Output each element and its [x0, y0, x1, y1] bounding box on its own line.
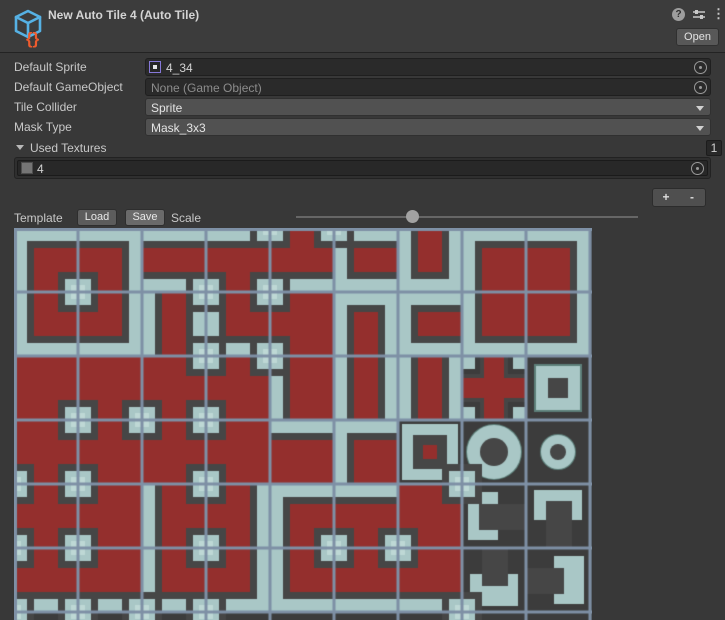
- field-label: Default Sprite: [14, 60, 87, 74]
- dropdown-value: Mask_3x3: [151, 121, 206, 135]
- texture-name: 4: [37, 162, 44, 176]
- chevron-down-icon: [696, 126, 704, 131]
- used-textures-label: Used Textures: [30, 141, 106, 155]
- svg-text:{}: {}: [26, 29, 40, 48]
- scriptable-object-icon: {}: [8, 4, 48, 48]
- tile-collider-dropdown[interactable]: Sprite: [145, 98, 711, 116]
- presets-icon[interactable]: [692, 8, 706, 21]
- foldout-arrow-icon: [16, 145, 24, 150]
- scale-label: Scale: [171, 211, 201, 225]
- tile-grid-canvas[interactable]: [14, 228, 592, 620]
- used-textures-list: 4: [14, 157, 711, 179]
- list-footer: + -: [652, 188, 706, 207]
- dropdown-value: Sprite: [151, 101, 182, 115]
- field-label: Default GameObject: [14, 80, 123, 94]
- texture-thumbnail-icon: [21, 162, 33, 174]
- field-row-default-sprite: Default Sprite 4_34: [0, 58, 725, 76]
- field-label: Tile Collider: [14, 100, 77, 114]
- inspector-header: {} New Auto Tile 4 (Auto Tile) ? ⋮ Open: [0, 0, 725, 53]
- chevron-down-icon: [696, 106, 704, 111]
- save-button[interactable]: Save: [125, 209, 165, 226]
- field-value: 4_34: [166, 61, 193, 75]
- used-textures-foldout[interactable]: Used Textures 1: [0, 140, 725, 156]
- help-icon[interactable]: ?: [672, 8, 685, 21]
- add-element-button[interactable]: +: [653, 189, 679, 206]
- object-picker-icon[interactable]: [694, 81, 707, 94]
- kebab-menu-icon[interactable]: ⋮: [712, 5, 725, 23]
- field-row-default-gameobject: Default GameObject None (Game Object): [0, 78, 725, 96]
- scale-slider-handle[interactable]: [406, 210, 419, 223]
- load-button[interactable]: Load: [77, 209, 117, 226]
- scale-slider[interactable]: [296, 216, 638, 218]
- field-label: Mask Type: [14, 120, 72, 134]
- open-button[interactable]: Open: [676, 28, 719, 46]
- object-picker-icon[interactable]: [691, 162, 704, 175]
- remove-element-button[interactable]: -: [679, 189, 705, 206]
- array-size-field[interactable]: 1: [706, 140, 722, 156]
- field-value: None (Game Object): [151, 81, 262, 95]
- mask-type-dropdown[interactable]: Mask_3x3: [145, 118, 711, 136]
- asset-title: New Auto Tile 4 (Auto Tile): [48, 8, 199, 22]
- sprite-thumbnail-icon: [149, 61, 161, 73]
- field-row-mask-type: Mask Type Mask_3x3: [0, 118, 725, 136]
- texture-list-item[interactable]: 4: [17, 160, 708, 176]
- inspector-window: {} New Auto Tile 4 (Auto Tile) ? ⋮ Open …: [0, 0, 725, 620]
- field-row-tile-collider: Tile Collider Sprite: [0, 98, 725, 116]
- default-gameobject-field[interactable]: None (Game Object): [145, 78, 711, 96]
- object-picker-icon[interactable]: [694, 61, 707, 74]
- template-label: Template: [14, 211, 63, 225]
- default-sprite-field[interactable]: 4_34: [145, 58, 711, 76]
